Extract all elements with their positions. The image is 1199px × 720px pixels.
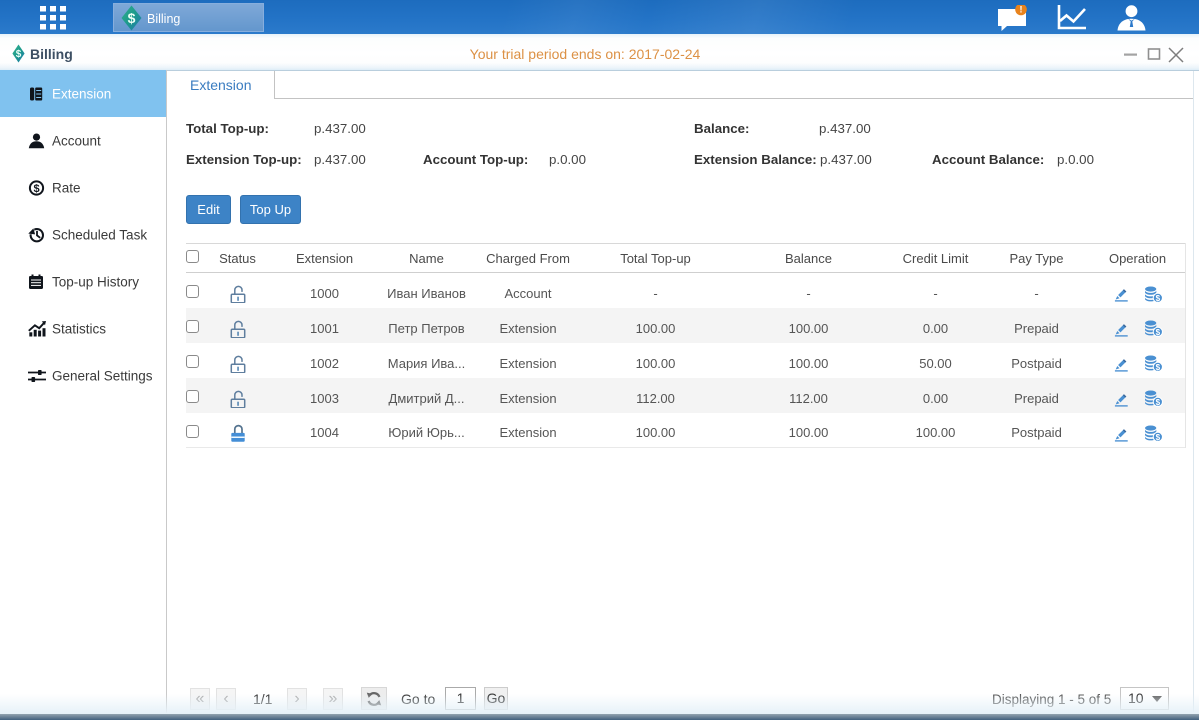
svg-text:$: $ <box>1155 328 1160 337</box>
svg-text:$: $ <box>1155 363 1160 372</box>
svg-text:$: $ <box>128 10 136 26</box>
svg-text:$: $ <box>1155 293 1160 302</box>
svg-text:$: $ <box>1155 398 1160 407</box>
svg-text:$: $ <box>1155 433 1160 442</box>
svg-text:!: ! <box>1020 5 1023 15</box>
svg-text:$: $ <box>33 183 39 195</box>
